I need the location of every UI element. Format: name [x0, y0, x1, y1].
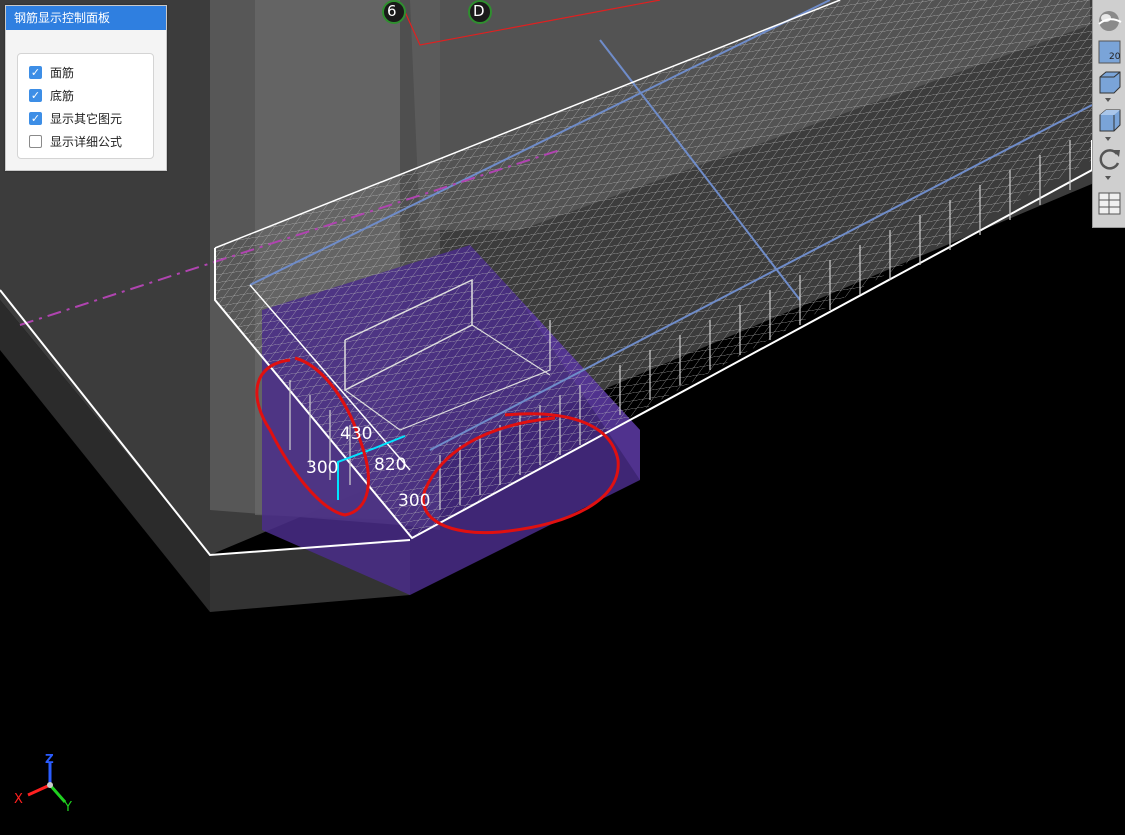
rotate-button[interactable] [1096, 146, 1123, 173]
checkbox-bottom-rebar[interactable]: ✓ [29, 88, 42, 102]
grid-axis-label-d: D [473, 2, 485, 20]
box-view-dropdown-icon[interactable] [1105, 98, 1111, 102]
option-show-detailed-formula[interactable]: 显示详细公式 [29, 133, 122, 149]
checkbox-show-detailed-formula[interactable] [29, 134, 42, 148]
axis-gizmo [27, 762, 67, 803]
layout-icon [1098, 192, 1121, 215]
cube-dropdown-icon[interactable] [1105, 137, 1111, 141]
dimension-label: 430 [340, 424, 373, 444]
checkbox-top-rebar[interactable]: ✓ [29, 65, 42, 79]
3d-viewport[interactable]: 6 D 430 300 820 300 Z X Y 钢筋显示控制面板 ✓ 面筋 … [0, 0, 1125, 835]
rotate-dropdown-icon[interactable] [1105, 176, 1111, 180]
sphere-view-button[interactable] [1096, 8, 1123, 35]
panel-options: ✓ 面筋 ✓ 底筋 ✓ 显示其它图元 显示详细公式 [17, 53, 154, 159]
panel-title[interactable]: 钢筋显示控制面板 [6, 6, 166, 30]
axis-label-y: Y [64, 800, 72, 815]
option-label: 底筋 [50, 88, 75, 103]
rotate-icon [1099, 149, 1120, 170]
layout-button[interactable] [1096, 190, 1123, 217]
sphere-view-icon [1098, 11, 1122, 31]
view-toolbar: 20 [1092, 0, 1125, 228]
rebar-display-control-panel: 钢筋显示控制面板 ✓ 面筋 ✓ 底筋 ✓ 显示其它图元 显示详细公式 [5, 5, 167, 171]
2d-plan-button[interactable]: 20 [1096, 39, 1123, 66]
dimension-label: 820 [374, 455, 407, 475]
option-show-other-elements[interactable]: ✓ 显示其它图元 [29, 110, 122, 126]
box-view-icon [1099, 71, 1121, 94]
option-bottom-rebar[interactable]: ✓ 底筋 [29, 87, 74, 103]
dimension-label: 300 [306, 458, 339, 478]
option-top-rebar[interactable]: ✓ 面筋 [29, 64, 74, 80]
option-label: 显示详细公式 [50, 134, 123, 149]
cube-button[interactable] [1096, 107, 1123, 134]
grid-axis-label-6: 6 [387, 2, 397, 20]
level-badge: 20 [1109, 52, 1121, 62]
axis-label-z: Z [45, 752, 54, 766]
axis-label-x: X [14, 792, 23, 807]
rebar-3d-scene [0, 0, 1125, 803]
box-view-button[interactable] [1096, 69, 1123, 96]
option-label: 显示其它图元 [50, 111, 123, 126]
checkbox-show-other-elements[interactable]: ✓ [29, 111, 42, 125]
dimension-label: 300 [398, 491, 431, 511]
option-label: 面筋 [50, 65, 75, 80]
cube-icon [1099, 109, 1121, 132]
